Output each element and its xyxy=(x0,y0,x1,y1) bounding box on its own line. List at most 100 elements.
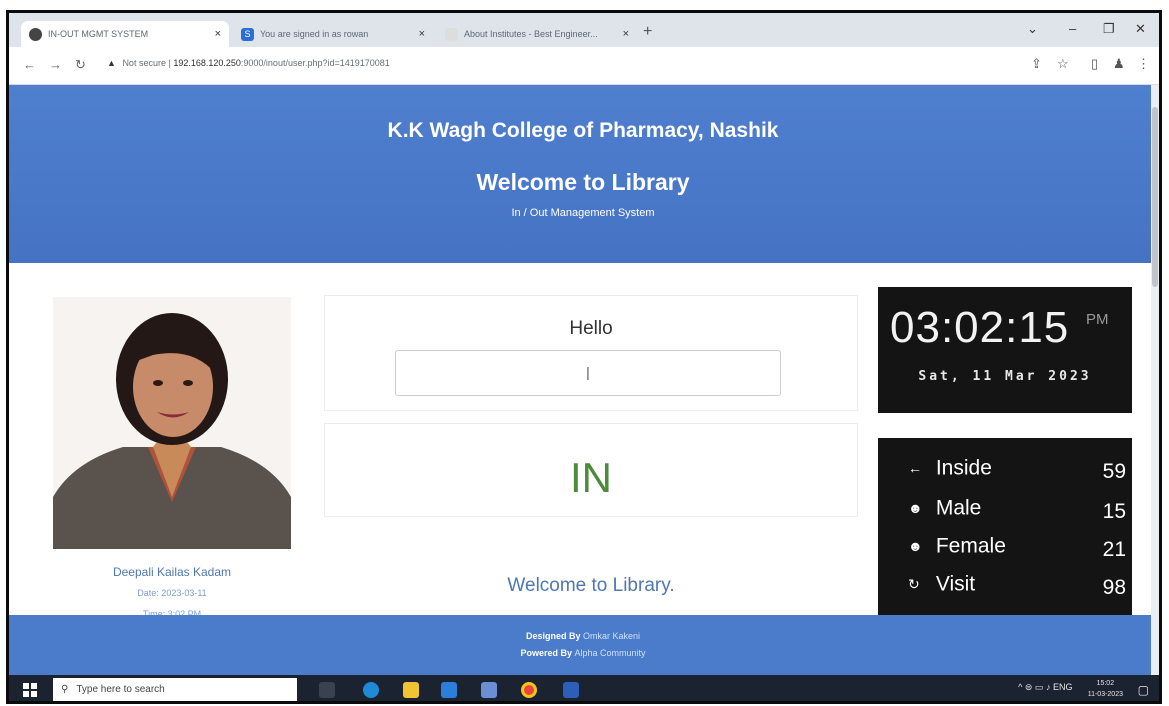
mail-icon[interactable] xyxy=(441,682,457,698)
language-indicator[interactable]: ENG xyxy=(1053,682,1073,692)
url-field[interactable]: ▲ Not secure | 192.168.120.250:9000/inou… xyxy=(107,58,390,68)
text-cursor: | xyxy=(586,364,590,380)
task-view-icon[interactable] xyxy=(319,682,335,698)
stat-label: Visit xyxy=(935,572,976,596)
taskbar-search[interactable]: ⚲ Type here to search xyxy=(53,678,297,701)
page-title: Welcome to Library xyxy=(476,169,690,195)
site-icon: S xyxy=(241,27,254,41)
close-icon[interactable]: × xyxy=(623,28,629,40)
url-warning: Not secure xyxy=(122,58,166,68)
college-title: K.K Wagh College of Pharmacy, Nashik xyxy=(387,119,779,142)
stat-value: 15 xyxy=(1102,500,1126,523)
word-icon[interactable] xyxy=(563,682,579,698)
stat-label: Female xyxy=(935,534,1006,558)
share-icon[interactable]: ⇪ xyxy=(1031,56,1042,72)
female-icon: ☻ xyxy=(908,538,923,555)
stat-value: 59 xyxy=(1102,460,1126,483)
stat-male: ☻ Male 15 xyxy=(908,496,1126,530)
page-icon xyxy=(445,27,458,41)
footer-designed: Designed By Omkar Kakeni xyxy=(9,631,1157,641)
status-text: IN xyxy=(570,454,612,501)
refresh-icon: ↻ xyxy=(908,575,920,592)
entry-date: Date: 2023-03-11 xyxy=(137,588,207,598)
tab-signed-in[interactable]: S You are signed in as rowan × xyxy=(233,21,433,47)
store-icon[interactable] xyxy=(481,682,497,698)
stat-value: 21 xyxy=(1102,538,1126,561)
restore-icon[interactable]: ❐ xyxy=(1103,21,1115,37)
clock-panel: 03:02:15 PM Sat, 11 Mar 2023 xyxy=(878,287,1132,413)
status-card: IN xyxy=(324,423,858,517)
page-scrollbar[interactable] xyxy=(1151,85,1159,675)
windows-start-icon[interactable] xyxy=(23,683,37,697)
designer-link[interactable]: Omkar Kakeni xyxy=(583,631,640,641)
clock-time: 03:02:15 xyxy=(890,303,1070,352)
footer-powered: Powered By Alpha Community xyxy=(9,648,1157,658)
monitor-frame: IN-OUT MGMT SYSTEM × S You are signed in… xyxy=(6,10,1162,704)
taskbar-clock[interactable]: 15:02 11-03-2023 xyxy=(1088,678,1123,700)
member-photo xyxy=(53,297,291,549)
footer-powered-prefix: Powered By xyxy=(520,648,572,658)
chevron-down-icon[interactable]: ⌄ xyxy=(1027,21,1038,37)
stat-label: Male xyxy=(935,496,982,520)
network-icon[interactable]: ⊜ xyxy=(1025,682,1033,692)
globe-icon xyxy=(29,27,42,41)
profile-icon[interactable]: ♟ xyxy=(1113,56,1125,72)
back-icon[interactable]: ← xyxy=(23,57,36,72)
stat-label: Inside xyxy=(935,456,992,480)
stat-value: 98 xyxy=(1102,576,1126,599)
address-bar: ← → ↻ ▲ Not secure | 192.168.120.250:900… xyxy=(9,47,1159,85)
url-path: :9000/inout/user.php?id=1419170081 xyxy=(240,58,390,68)
member-name: Deepali Kailas Kadam xyxy=(112,565,232,579)
file-explorer-icon[interactable] xyxy=(403,682,419,698)
star-icon[interactable]: ☆ xyxy=(1057,56,1069,72)
stat-visit: ↻ Visit 98 xyxy=(908,572,1126,606)
reload-icon[interactable]: ↻ xyxy=(75,57,86,73)
search-icon: ⚲ xyxy=(61,684,69,695)
chrome-icon[interactable] xyxy=(521,682,537,698)
tab-label: You are signed in as rowan xyxy=(260,29,369,39)
header-banner: K.K Wagh College of Pharmacy, Nashik Wel… xyxy=(9,85,1157,263)
page-footer: Designed By Omkar Kakeni Powered By Alph… xyxy=(9,615,1157,675)
stat-inside: ← Inside 59 xyxy=(908,456,1126,490)
volume-icon[interactable]: ♪ xyxy=(1046,682,1051,692)
tab-about-institutes[interactable]: About Institutes - Best Engineer... × xyxy=(437,21,637,47)
welcome-message: Welcome to Library. xyxy=(507,575,675,596)
page: K.K Wagh College of Pharmacy, Nashik Wel… xyxy=(9,85,1157,675)
browser-tabbar: IN-OUT MGMT SYSTEM × S You are signed in… xyxy=(9,13,1159,47)
taskbar-time: 15:02 xyxy=(1096,680,1115,687)
clock-ampm: PM xyxy=(1086,311,1109,328)
battery-icon[interactable]: ▭ xyxy=(1035,682,1044,692)
scrollbar-thumb[interactable] xyxy=(1152,107,1158,287)
scan-card: Hello | xyxy=(324,295,858,411)
edge-icon[interactable] xyxy=(363,682,379,698)
arrow-left-icon: ← xyxy=(908,460,922,477)
portrait-image xyxy=(53,297,291,549)
search-placeholder: Type here to search xyxy=(76,684,165,695)
system-subtitle: In / Out Management System xyxy=(511,207,655,219)
taskbar: ⚲ Type here to search ^ ⊜ ▭ ♪ ENG 15:02 … xyxy=(9,675,1159,701)
close-icon[interactable]: × xyxy=(419,28,425,40)
screen: IN-OUT MGMT SYSTEM × S You are signed in… xyxy=(0,0,1169,706)
stats-panel: ← Inside 59 ☻ Male 15 ☻ Female 21 ↻ Visi… xyxy=(878,438,1132,618)
tab-inout-system[interactable]: IN-OUT MGMT SYSTEM × xyxy=(21,21,229,47)
close-icon[interactable]: × xyxy=(215,28,221,40)
close-window-icon[interactable]: ✕ xyxy=(1135,21,1146,37)
tray-chevron-icon[interactable]: ^ xyxy=(1018,682,1022,692)
forward-icon[interactable]: → xyxy=(49,57,62,72)
tab-label: IN-OUT MGMT SYSTEM xyxy=(48,29,149,39)
tab-label: About Institutes - Best Engineer... xyxy=(464,29,598,39)
taskbar-date: 11-03-2023 xyxy=(1087,691,1123,698)
url-host: 192.168.120.250 xyxy=(173,58,241,68)
new-tab-icon[interactable]: + xyxy=(643,23,652,41)
powered-link[interactable]: Alpha Community xyxy=(575,648,646,658)
minimize-icon[interactable]: – xyxy=(1069,21,1076,36)
notification-icon[interactable]: ▢ xyxy=(1138,683,1149,697)
greeting-text: Hello xyxy=(569,318,613,339)
menu-icon[interactable]: ⋮ xyxy=(1137,56,1150,72)
id-scan-input[interactable]: | xyxy=(395,350,781,396)
warning-icon: ▲ xyxy=(107,58,116,68)
male-icon: ☻ xyxy=(908,500,923,517)
clock-date: Sat, 11 Mar 2023 xyxy=(918,369,1092,384)
footer-designed-prefix: Designed By xyxy=(525,631,581,641)
sidebar-icon[interactable]: ▯ xyxy=(1091,56,1098,72)
